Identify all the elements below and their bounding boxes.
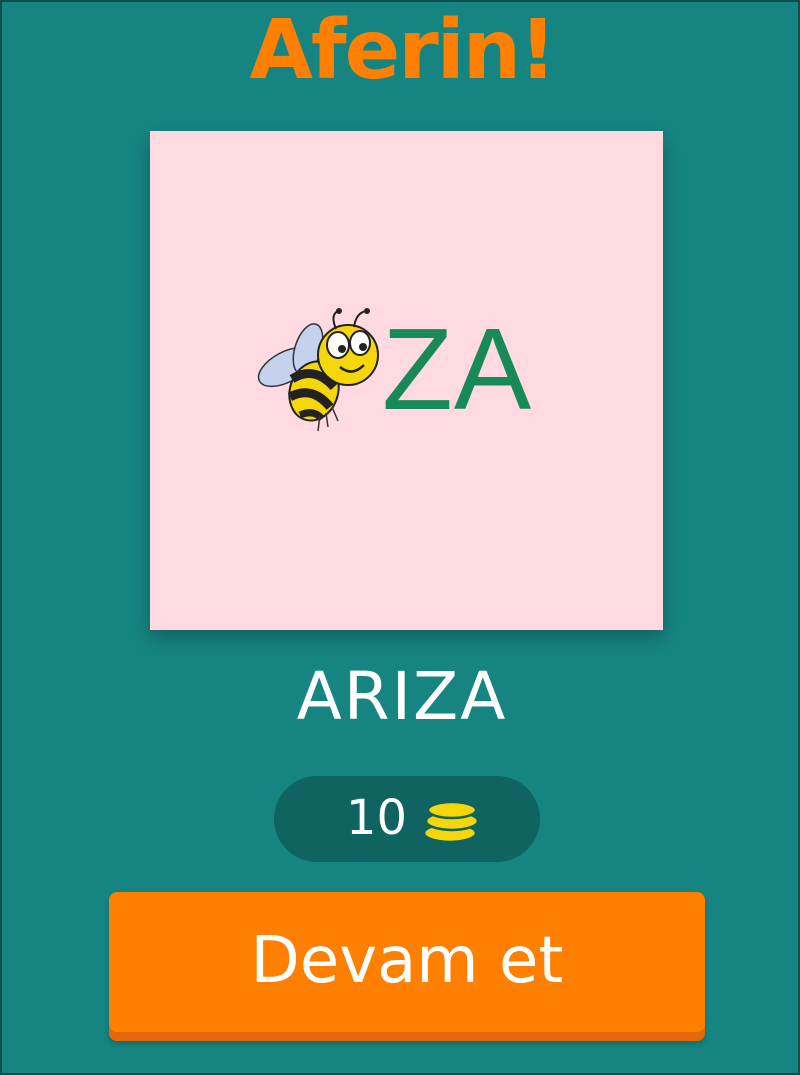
answer-word: ARIZA (296, 658, 508, 735)
bee-icon (257, 308, 379, 432)
reward-badge: 10 (274, 776, 540, 862)
puzzle-picture: ZA (150, 131, 663, 630)
success-title: Aferin! (249, 3, 556, 98)
continue-button[interactable]: Devam et (109, 892, 705, 1041)
level-complete-screen: Aferin! ZA ARIZA 10 Devam et (0, 0, 800, 1075)
puzzle-letters: ZA (382, 304, 533, 434)
reward-amount: 10 (346, 790, 408, 846)
coins-icon (422, 800, 480, 844)
